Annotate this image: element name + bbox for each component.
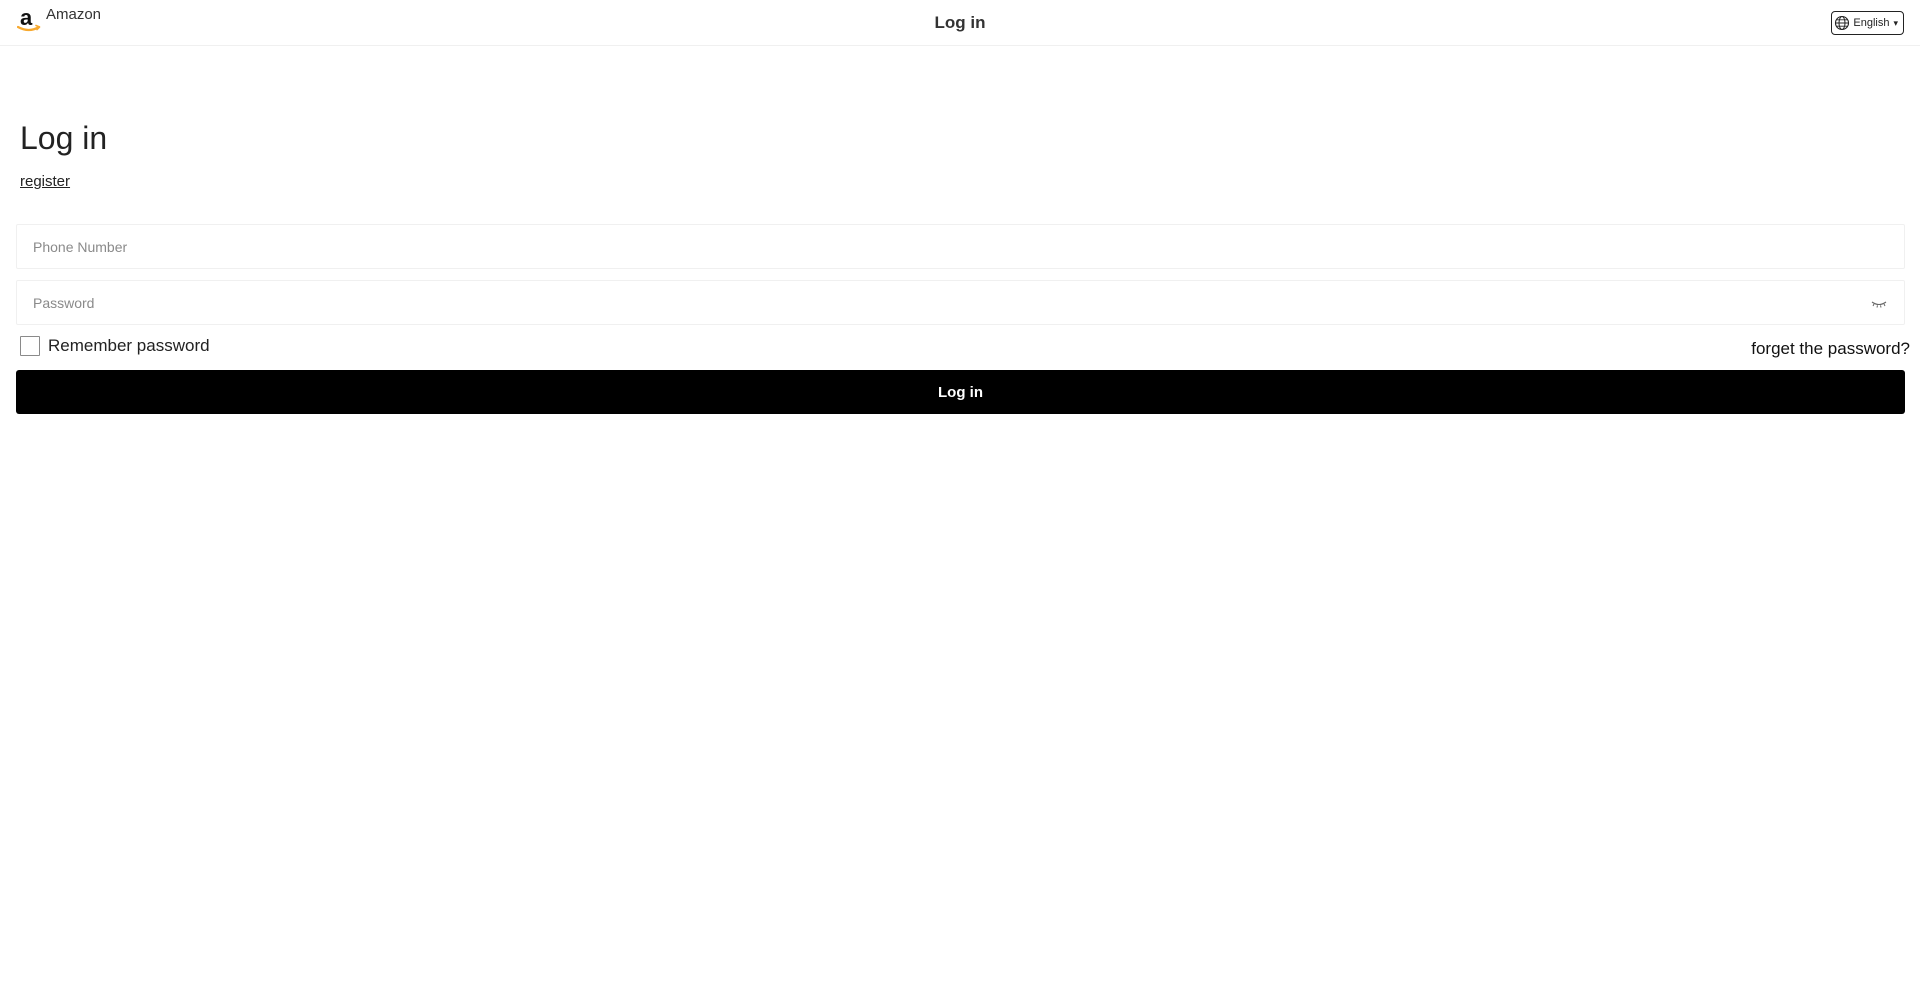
brand-name: Amazon — [46, 6, 102, 23]
register-link[interactable]: register — [20, 173, 70, 190]
phone-input[interactable] — [17, 225, 1904, 268]
header-title: Log in — [934, 13, 986, 32]
brand-home-link[interactable]: a Amazon — [17, 6, 101, 34]
remember-password-label: Remember password — [48, 336, 210, 355]
login-button[interactable]: Log in — [16, 370, 1905, 414]
language-selector[interactable]: English ▾ — [1831, 11, 1904, 35]
login-page: a Amazon Log in English ▾ Log in registe… — [0, 0, 1920, 993]
page-heading: Log in — [20, 120, 108, 156]
forgot-password-link[interactable]: forget the password? — [1751, 339, 1910, 359]
svg-text:a: a — [20, 6, 33, 30]
password-visibility-toggle[interactable] — [1870, 295, 1888, 311]
remember-password[interactable]: Remember password — [20, 336, 210, 356]
language-label: English — [1853, 17, 1890, 29]
password-field — [16, 280, 1905, 325]
eye-closed-icon — [1871, 301, 1887, 308]
top-bar: a Amazon Log in English ▾ — [0, 0, 1920, 46]
phone-field — [16, 224, 1905, 269]
amazon-logo-icon: a — [17, 6, 41, 32]
globe-icon — [1835, 15, 1850, 31]
chevron-down-icon: ▾ — [1893, 17, 1898, 28]
password-input[interactable] — [17, 281, 1904, 324]
remember-password-checkbox[interactable] — [20, 336, 40, 356]
